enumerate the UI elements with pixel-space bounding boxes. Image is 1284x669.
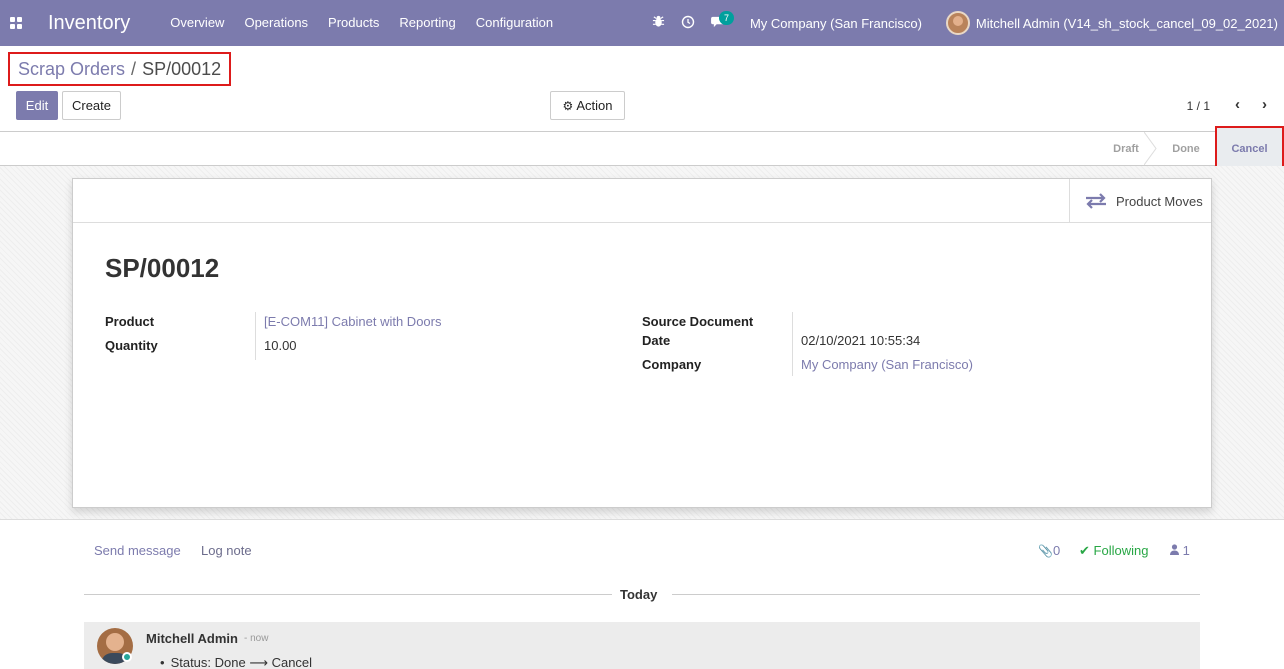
breadcrumb-current: SP/00012: [142, 58, 222, 79]
messages-badge: 7: [718, 11, 734, 25]
log-note-button[interactable]: Log note: [201, 543, 252, 558]
user-menu[interactable]: Mitchell Admin (V14_sh_stock_cancel_09_0…: [976, 16, 1278, 31]
menu-configuration[interactable]: Configuration: [466, 0, 563, 46]
quantity-label: Quantity: [105, 338, 158, 353]
control-panel: Scrap Orders / SP/00012 Edit Create ⚙ Ac…: [0, 46, 1284, 132]
tracking-value: • Status: Done ⟶ Cancel: [160, 655, 313, 669]
breadcrumb: Scrap Orders / SP/00012: [8, 52, 232, 86]
product-moves-label: Product Moves: [1116, 193, 1203, 209]
top-navbar: Inventory Overview Operations Products R…: [0, 0, 1284, 46]
date-value: 02/10/2021 10:55:34: [801, 333, 921, 348]
main-menu: Overview Operations Products Reporting C…: [160, 0, 563, 46]
field-separator: [255, 312, 256, 360]
company-switcher[interactable]: My Company (San Francisco): [750, 16, 922, 31]
product-value[interactable]: [E-COM11] Cabinet with Doors: [264, 314, 442, 329]
tracking-text: Status: Done ⟶ Cancel: [170, 655, 313, 669]
attachments-count: 0: [1052, 543, 1061, 558]
divider-left: [84, 594, 612, 595]
date-label: Date: [642, 333, 671, 348]
menu-products[interactable]: Products: [318, 0, 389, 46]
chevron-left-icon[interactable]: ‹: [1235, 96, 1240, 113]
bullet-icon: •: [160, 655, 165, 669]
check-icon: ✔: [1079, 543, 1090, 558]
message-author[interactable]: Mitchell Admin: [146, 631, 238, 646]
systray: 7 My Company (San Francisco) Mitchell Ad…: [644, 0, 1284, 46]
source-document-label: Source Document: [642, 314, 754, 329]
followers-button[interactable]: 1: [1170, 543, 1190, 558]
pager-value[interactable]: 1 / 1: [1187, 99, 1210, 113]
chat-icon[interactable]: 7: [703, 11, 734, 31]
action-label: Action: [576, 98, 613, 113]
breadcrumb-separator: /: [131, 58, 137, 79]
menu-operations[interactable]: Operations: [234, 0, 318, 46]
following-button[interactable]: ✔ Following: [1079, 543, 1148, 559]
exchange-icon: [1086, 193, 1106, 209]
product-moves-button[interactable]: Product Moves: [1069, 179, 1211, 223]
user-icon: [1170, 543, 1183, 558]
chevron-right-icon[interactable]: ›: [1262, 96, 1267, 113]
product-label: Product: [105, 314, 155, 329]
button-box: Product Moves: [73, 179, 1211, 223]
send-message-button[interactable]: Send message: [94, 543, 181, 558]
clock-icon[interactable]: [673, 15, 703, 32]
bug-icon[interactable]: [644, 15, 673, 31]
menu-reporting[interactable]: Reporting: [389, 0, 465, 46]
record-title: SP/00012: [105, 253, 220, 283]
company-label: Company: [642, 357, 702, 372]
edit-button[interactable]: Edit: [16, 91, 58, 120]
stage-divider-icon: [1144, 132, 1157, 165]
menu-overview[interactable]: Overview: [160, 0, 234, 46]
field-separator: [792, 312, 793, 376]
message-time: - now: [244, 633, 269, 644]
quantity-value: 10.00: [264, 338, 297, 353]
date-separator: Today: [620, 587, 658, 602]
followers-count: 1: [1182, 543, 1190, 558]
app-name[interactable]: Inventory: [48, 12, 130, 35]
user-avatar[interactable]: [945, 11, 970, 35]
breadcrumb-parent[interactable]: Scrap Orders: [18, 59, 125, 80]
form-sheet: Product Moves SP/00012 Product [E-COM11]…: [72, 178, 1212, 508]
company-value[interactable]: My Company (San Francisco): [801, 357, 973, 372]
stage-done[interactable]: Done: [1158, 132, 1214, 165]
divider-right: [672, 594, 1200, 595]
apps-icon[interactable]: [0, 0, 32, 46]
action-button[interactable]: ⚙ Action: [550, 91, 625, 120]
create-button[interactable]: Create: [62, 91, 121, 120]
status-bar: Draft Done Cancel: [0, 126, 1284, 172]
attachments-button[interactable]: 📎0: [1038, 543, 1060, 558]
gear-icon: ⚙: [562, 98, 574, 113]
paperclip-icon: 📎: [1038, 544, 1053, 558]
chatter-message: Mitchell Admin - now • Status: Done ⟶ Can…: [84, 622, 1200, 669]
following-label: Following: [1093, 543, 1149, 558]
online-status-icon: [122, 652, 132, 662]
